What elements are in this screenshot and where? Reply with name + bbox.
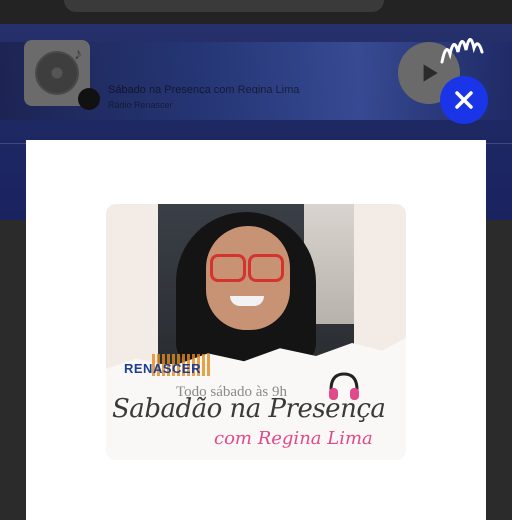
episode-subtitle: Rádio Renascer <box>108 100 173 108</box>
glasses-left <box>210 254 246 282</box>
podcast-wave-icon <box>440 38 484 64</box>
avatar <box>78 88 100 110</box>
show-title: Sabadão na Presença <box>112 394 386 424</box>
top-bar <box>0 0 512 24</box>
brand-logo-text: RENASCER <box>124 361 201 376</box>
host-smile <box>230 296 264 306</box>
close-button[interactable] <box>440 76 488 124</box>
close-icon <box>455 91 473 109</box>
glasses-right <box>248 254 284 282</box>
host-name: com Regina Lima <box>214 428 373 449</box>
episode-modal: RENASCER Todo sábado às 9h Sabadão na Pr… <box>26 140 486 520</box>
episode-poster: RENASCER Todo sábado às 9h Sabadão na Pr… <box>106 204 406 460</box>
episode-title[interactable]: Sábado na Presença com Regina Lima <box>108 84 318 94</box>
disc-icon <box>35 51 79 95</box>
search-bar[interactable] <box>64 0 384 12</box>
music-note-icon: ♪ <box>74 46 82 63</box>
